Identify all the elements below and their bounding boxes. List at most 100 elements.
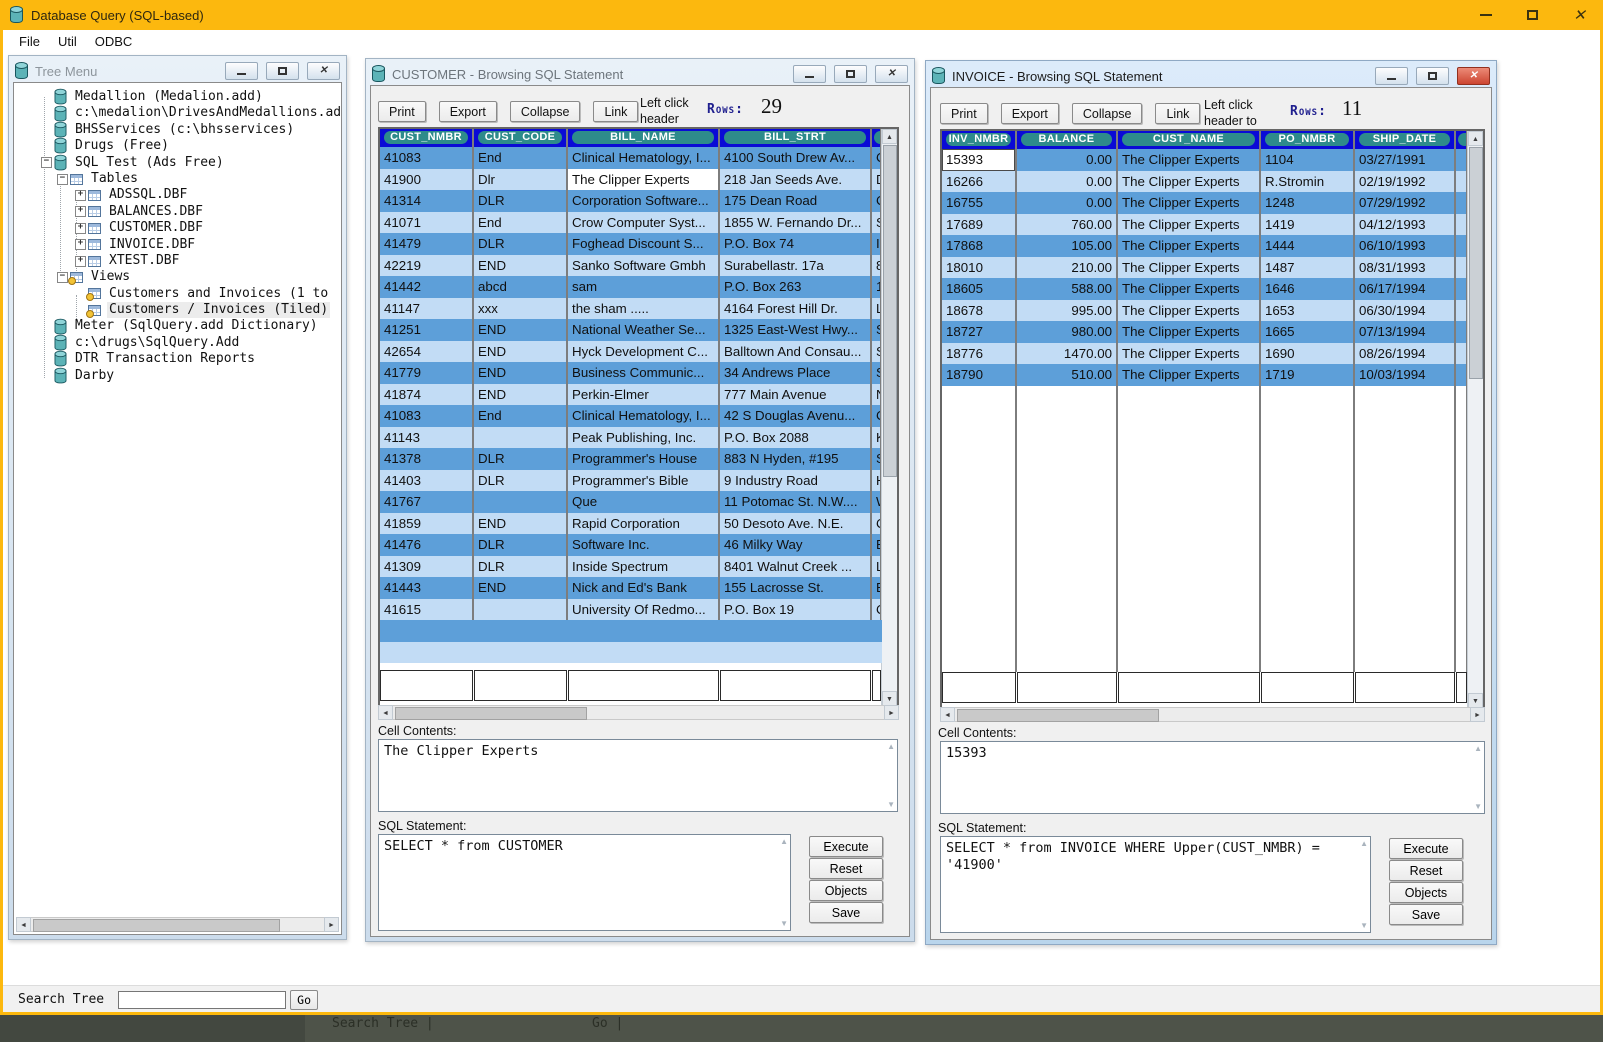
scroll-up-icon[interactable]: ▲ bbox=[780, 837, 788, 846]
grid-cell[interactable]: Peak Publishing, Inc. bbox=[568, 427, 718, 449]
scroll-down-icon[interactable]: ▼ bbox=[887, 800, 895, 809]
grid-cell[interactable]: 41476 bbox=[380, 534, 472, 556]
grid-cell[interactable]: 175 Dean Road bbox=[720, 190, 870, 212]
grid-cell[interactable]: 1653 bbox=[1261, 300, 1353, 322]
execute-button[interactable]: Execute bbox=[809, 836, 883, 857]
grid-cell[interactable]: The Clipper Experts bbox=[1118, 149, 1259, 171]
customer-cell-contents-box[interactable]: The Clipper Experts ▲ ▼ bbox=[378, 739, 898, 812]
grid-cell[interactable]: S bbox=[872, 448, 880, 470]
invoice-sql-box[interactable]: SELECT * from INVOICE WHERE Upper(CUST_N… bbox=[940, 836, 1371, 933]
grid-cell[interactable]: Balltown And Consau... bbox=[720, 341, 870, 363]
grid-cell[interactable]: 1646 bbox=[1261, 278, 1353, 300]
tree-item[interactable]: −Views bbox=[16, 269, 339, 285]
tree-item[interactable]: Customers and Invoices (1 to bbox=[16, 286, 339, 302]
scrollbar-thumb[interactable] bbox=[883, 145, 897, 477]
grid-cell[interactable]: 1690 bbox=[1261, 343, 1353, 365]
grid-cell[interactable]: 777 Main Avenue bbox=[720, 384, 870, 406]
grid-cell[interactable]: The Clipper Experts bbox=[1118, 257, 1259, 279]
tree-minimize-button[interactable] bbox=[225, 62, 258, 80]
column-header-PO_NMBR[interactable]: PO_NMBR bbox=[1261, 131, 1353, 149]
save-button[interactable]: Save bbox=[809, 902, 883, 923]
grid-cell[interactable] bbox=[474, 599, 566, 621]
tree-hscrollbar[interactable]: ◄ ► bbox=[16, 917, 339, 932]
customer-sql-box[interactable]: SELECT * from CUSTOMER ▲ ▼ bbox=[378, 834, 791, 931]
grid-cell[interactable]: 41147 bbox=[380, 298, 472, 320]
tree-item[interactable]: +XTEST.DBF bbox=[16, 253, 339, 269]
grid-cell[interactable]: University Of Redmo... bbox=[568, 599, 718, 621]
tree-item[interactable]: +BALANCES.DBF bbox=[16, 204, 339, 220]
tree-close-button[interactable]: ✕ bbox=[307, 62, 340, 80]
grid-cell[interactable]: 41767 bbox=[380, 491, 472, 513]
scroll-up-button[interactable]: ▲ bbox=[1468, 131, 1483, 146]
grid-cell[interactable]: Hyck Development C... bbox=[568, 341, 718, 363]
grid-cell[interactable]: S bbox=[872, 341, 880, 363]
minimize-button[interactable] bbox=[1462, 0, 1509, 30]
grid-cell[interactable]: The Clipper Experts bbox=[1118, 235, 1259, 257]
grid-cell[interactable]: Clinical Hematology, I... bbox=[568, 147, 718, 169]
grid-cell[interactable]: 16266 bbox=[942, 171, 1015, 193]
scroll-down-icon[interactable]: ▼ bbox=[780, 919, 788, 928]
link-button[interactable]: Link bbox=[1155, 103, 1200, 124]
scroll-right-button[interactable]: ► bbox=[884, 705, 899, 720]
grid-cell[interactable]: 18727 bbox=[942, 321, 1015, 343]
grid-cell[interactable]: 883 N Hyden, #195 bbox=[720, 448, 870, 470]
grid-cell[interactable] bbox=[1456, 257, 1466, 279]
grid-cell[interactable]: 1665 bbox=[1261, 321, 1353, 343]
grid-cell[interactable]: The Clipper Experts bbox=[568, 169, 718, 191]
customer-restore-button[interactable] bbox=[834, 65, 867, 83]
grid-cell[interactable]: 4100 South Drew Av... bbox=[720, 147, 870, 169]
grid-cell[interactable]: 18776 bbox=[942, 343, 1015, 365]
grid-cell[interactable]: 41443 bbox=[380, 577, 472, 599]
grid-cell[interactable]: 11 Potomac St. N.W.... bbox=[720, 491, 870, 513]
grid-cell[interactable]: 1855 W. Fernando Dr... bbox=[720, 212, 870, 234]
grid-cell[interactable]: 995.00 bbox=[1017, 300, 1116, 322]
print-button[interactable]: Print bbox=[940, 103, 988, 124]
grid-cell[interactable]: E bbox=[872, 577, 880, 599]
grid-cell[interactable]: END bbox=[474, 513, 566, 535]
grid-cell[interactable]: END bbox=[474, 577, 566, 599]
grid-cell[interactable]: 41378 bbox=[380, 448, 472, 470]
grid-cell[interactable]: 08/26/1994 bbox=[1355, 343, 1454, 365]
grid-cell[interactable] bbox=[1456, 214, 1466, 236]
go-button[interactable]: Go bbox=[290, 990, 318, 1010]
grid-cell[interactable]: 41083 bbox=[380, 405, 472, 427]
grid-cell[interactable]: 41874 bbox=[380, 384, 472, 406]
grid-cell[interactable]: 41615 bbox=[380, 599, 472, 621]
grid-cell[interactable]: 17689 bbox=[942, 214, 1015, 236]
grid-cell[interactable]: END bbox=[474, 362, 566, 384]
grid-cell[interactable]: 07/13/1994 bbox=[1355, 321, 1454, 343]
grid-cell[interactable]: xxx bbox=[474, 298, 566, 320]
grid-cell[interactable]: The Clipper Experts bbox=[1118, 364, 1259, 386]
grid-cell[interactable]: 155 Lacrosse St. bbox=[720, 577, 870, 599]
grid-cell[interactable]: 1248 bbox=[1261, 192, 1353, 214]
grid-cell[interactable]: N bbox=[872, 384, 880, 406]
menu-item-util[interactable]: Util bbox=[49, 34, 86, 49]
grid-cell[interactable]: 41859 bbox=[380, 513, 472, 535]
grid-cell[interactable]: The Clipper Experts bbox=[1118, 171, 1259, 193]
grid-cell[interactable]: 105.00 bbox=[1017, 235, 1116, 257]
grid-cell[interactable]: 03/27/1991 bbox=[1355, 149, 1454, 171]
grid-cell[interactable]: END bbox=[474, 319, 566, 341]
grid-cell[interactable]: DLR bbox=[474, 190, 566, 212]
grid-cell[interactable]: Software Inc. bbox=[568, 534, 718, 556]
scrollbar-thumb[interactable] bbox=[957, 709, 1159, 722]
link-button[interactable]: Link bbox=[593, 101, 638, 122]
expand-box[interactable]: − bbox=[41, 157, 52, 168]
grid-cell[interactable]: END bbox=[474, 341, 566, 363]
column-header-BILL_STRT[interactable]: BILL_STRT bbox=[720, 129, 870, 147]
grid-cell[interactable]: 1 bbox=[872, 276, 880, 298]
scroll-down-button[interactable]: ▼ bbox=[1468, 693, 1483, 708]
grid-cell[interactable]: The Clipper Experts bbox=[1118, 343, 1259, 365]
grid-cell[interactable]: The Clipper Experts bbox=[1118, 300, 1259, 322]
invoice-hscrollbar[interactable]: ◄ ► bbox=[940, 707, 1485, 722]
grid-cell[interactable]: 1719 bbox=[1261, 364, 1353, 386]
grid-cell[interactable]: K bbox=[872, 427, 880, 449]
grid-cell[interactable] bbox=[1456, 300, 1466, 322]
tree-item[interactable]: Meter (SqlQuery.add Dictionary) bbox=[16, 318, 339, 334]
grid-cell[interactable]: Business Communic... bbox=[568, 362, 718, 384]
grid-cell[interactable]: 18678 bbox=[942, 300, 1015, 322]
grid-cell[interactable]: 41314 bbox=[380, 190, 472, 212]
tree-item[interactable]: c:\medalion\DrivesAndMedallions.ad bbox=[16, 105, 339, 121]
grid-cell[interactable]: 42654 bbox=[380, 341, 472, 363]
grid-cell[interactable]: Clinical Hematology, I... bbox=[568, 405, 718, 427]
